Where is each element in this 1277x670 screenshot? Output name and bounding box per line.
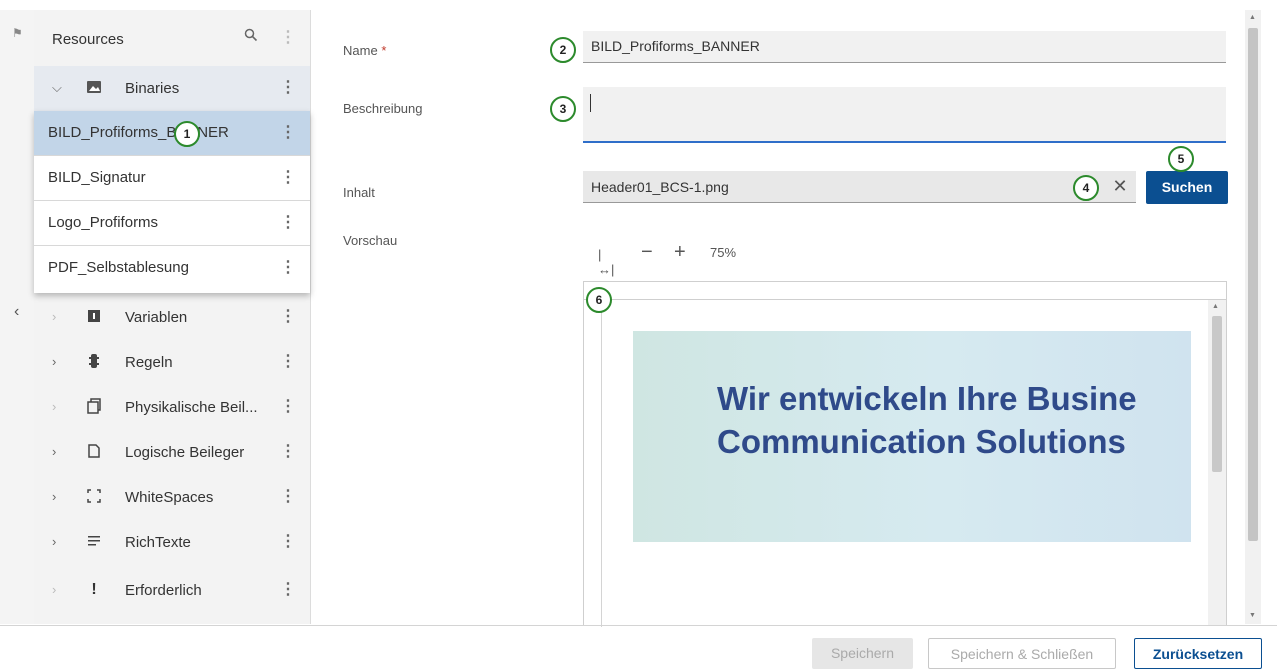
pin-icon[interactable]: ⚑ bbox=[12, 26, 23, 40]
reset-button[interactable]: Zurücksetzen bbox=[1134, 638, 1262, 669]
callout-marker: 5 bbox=[1168, 146, 1194, 172]
sidebar-item-whitespaces[interactable]: › WhiteSpaces ⋮ bbox=[34, 475, 310, 520]
callout-marker: 2 bbox=[550, 37, 576, 63]
item-menu-icon[interactable]: ⋮ bbox=[280, 488, 296, 506]
content-label: Inhalt bbox=[343, 185, 375, 200]
callout-marker: 6 bbox=[586, 287, 612, 313]
chevron-right-icon[interactable]: › bbox=[52, 534, 56, 549]
zoom-in-icon[interactable]: + bbox=[674, 241, 686, 264]
whitespace-icon bbox=[86, 488, 102, 504]
sidebar-item-label: Binaries bbox=[125, 80, 180, 97]
sidebar-item-erforderlich[interactable]: › ! Erforderlich ⋮ bbox=[34, 568, 310, 613]
rules-icon bbox=[86, 353, 102, 369]
name-field[interactable]: BILD_Profiforms_BANNER bbox=[583, 31, 1226, 63]
sidebar-item-variablen[interactable]: › Variablen ⋮ bbox=[34, 295, 310, 340]
sidebar-item-label: Variablen bbox=[125, 309, 188, 326]
preview-image: Wir entwickeln Ihre Busine Communication… bbox=[633, 331, 1191, 542]
content-field[interactable]: Header01_BCS-1.png bbox=[583, 171, 1136, 203]
sidebar-item-richtexte[interactable]: › RichTexte ⋮ bbox=[34, 520, 310, 565]
chevron-right-icon[interactable]: › bbox=[52, 354, 56, 369]
fit-width-icon[interactable]: |↔| bbox=[598, 247, 614, 277]
zoom-level: 75% bbox=[710, 245, 737, 260]
item-menu-icon[interactable]: ⋮ bbox=[280, 398, 296, 416]
item-menu-icon[interactable]: ⋮ bbox=[280, 79, 296, 97]
required-mark: * bbox=[381, 43, 387, 58]
item-menu-icon[interactable]: ⋮ bbox=[280, 308, 296, 326]
item-menu-icon[interactable]: ⋮ bbox=[280, 533, 296, 551]
preview-scrollbar[interactable]: ▲ bbox=[1208, 300, 1226, 626]
logical-insert-icon bbox=[86, 443, 102, 459]
preview-label: Vorschau bbox=[343, 233, 398, 248]
collapse-sidebar-icon[interactable]: ‹ bbox=[14, 303, 19, 321]
list-item-label: PDF_Selbstablesung bbox=[48, 259, 189, 276]
sidebar-item-regeln[interactable]: › Regeln ⋮ bbox=[34, 340, 310, 385]
item-menu-icon[interactable]: ⋮ bbox=[280, 353, 296, 371]
search-icon[interactable] bbox=[244, 28, 264, 48]
chevron-right-icon[interactable]: › bbox=[52, 309, 56, 324]
callout-marker: 4 bbox=[1073, 175, 1099, 201]
banner-line: Communication Solutions bbox=[717, 423, 1126, 460]
sidebar-item-label: Regeln bbox=[125, 354, 173, 371]
sidebar-item-label: Logische Beileger bbox=[125, 444, 245, 461]
search-button[interactable]: Suchen bbox=[1146, 171, 1228, 204]
item-menu-icon[interactable]: ⋮ bbox=[280, 259, 296, 277]
clear-icon[interactable]: ✕ bbox=[1110, 176, 1130, 196]
list-item-pdf-selbstablesung[interactable]: PDF_Selbstablesung ⋮ bbox=[34, 246, 310, 291]
chevron-down-icon[interactable]: ⌵ bbox=[52, 80, 62, 96]
item-menu-icon[interactable]: ⋮ bbox=[280, 124, 296, 142]
description-label: Beschreibung bbox=[343, 101, 423, 116]
scroll-up-icon[interactable]: ▲ bbox=[1249, 14, 1256, 21]
item-menu-icon[interactable]: ⋮ bbox=[280, 169, 296, 187]
binaries-list: BILD_Profiforms_BANNER ⋮ BILD_Signatur ⋮… bbox=[34, 111, 310, 293]
required-icon: ! bbox=[91, 581, 97, 598]
sidebar-item-logische-beileger[interactable]: › Logische Beileger ⋮ bbox=[34, 430, 310, 475]
list-item-label: Logo_Profiforms bbox=[48, 214, 159, 231]
item-menu-icon[interactable]: ⋮ bbox=[280, 581, 296, 599]
callout-marker: 3 bbox=[550, 96, 576, 122]
sidebar-menu-icon[interactable]: ⋮ bbox=[280, 29, 296, 47]
content-value: Header01_BCS-1.png bbox=[591, 179, 729, 195]
preview-topbar bbox=[584, 282, 1226, 300]
sidebar-item-label: WhiteSpaces bbox=[125, 489, 214, 506]
physical-insert-icon bbox=[86, 398, 102, 414]
list-item-label: BILD_Signatur bbox=[48, 169, 146, 186]
callout-marker: 1 bbox=[174, 121, 200, 147]
footer-divider bbox=[0, 625, 1277, 626]
item-menu-icon[interactable]: ⋮ bbox=[280, 443, 296, 461]
chevron-right-icon[interactable]: › bbox=[52, 444, 56, 459]
list-item-label: BILD_Profiforms_BANNER bbox=[48, 124, 229, 141]
chevron-right-icon[interactable]: › bbox=[52, 399, 56, 414]
description-field[interactable] bbox=[583, 87, 1226, 143]
list-item-bild-profiforms-banner[interactable]: BILD_Profiforms_BANNER ⋮ bbox=[34, 111, 310, 156]
list-item-bild-signatur[interactable]: BILD_Signatur ⋮ bbox=[34, 156, 310, 201]
list-item-logo-profiforms[interactable]: Logo_Profiforms ⋮ bbox=[34, 201, 310, 246]
banner-text: Wir entwickeln Ihre Busine Communication… bbox=[717, 377, 1137, 463]
image-icon bbox=[86, 79, 102, 95]
variable-icon bbox=[86, 308, 102, 324]
richtext-icon bbox=[86, 533, 102, 549]
sidebar-item-label: Physikalische Beil... bbox=[125, 399, 258, 416]
name-value: BILD_Profiforms_BANNER bbox=[591, 38, 760, 54]
save-button[interactable]: Speichern bbox=[812, 638, 913, 669]
zoom-out-icon[interactable]: − bbox=[641, 241, 653, 264]
banner-line: Wir entwickeln Ihre Busine bbox=[717, 380, 1137, 417]
sidebar-item-binaries[interactable]: ⌵ Binaries ⋮ bbox=[34, 66, 310, 111]
chevron-right-icon[interactable]: › bbox=[52, 582, 56, 597]
sidebar-title: Resources bbox=[52, 31, 124, 48]
text-caret bbox=[590, 94, 591, 112]
sidebar-item-label: RichTexte bbox=[125, 534, 191, 551]
chevron-right-icon[interactable]: › bbox=[52, 489, 56, 504]
sidebar-item-label: Erforderlich bbox=[125, 582, 202, 599]
preview-scroll-thumb[interactable] bbox=[1212, 316, 1222, 472]
main-scroll-thumb[interactable] bbox=[1248, 28, 1258, 541]
scroll-up-icon[interactable]: ▲ bbox=[1212, 303, 1219, 310]
name-label: Name * bbox=[343, 43, 387, 58]
sidebar-item-physikalische-beileger[interactable]: › Physikalische Beil... ⋮ bbox=[34, 385, 310, 430]
item-menu-icon[interactable]: ⋮ bbox=[280, 214, 296, 232]
main-scrollbar[interactable]: ▲ ▼ bbox=[1245, 10, 1261, 624]
sidebar-header: Resources ⋮ bbox=[34, 16, 310, 62]
save-and-close-button[interactable]: Speichern & Schließen bbox=[928, 638, 1116, 669]
scroll-down-icon[interactable]: ▼ bbox=[1249, 612, 1256, 619]
